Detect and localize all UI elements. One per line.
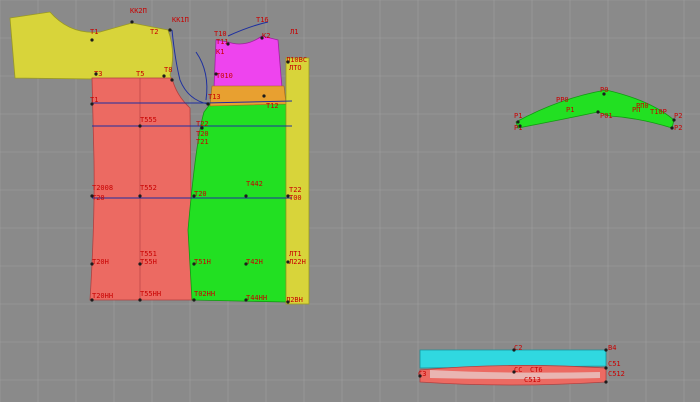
- point-label: Т8: [164, 66, 172, 74]
- point-label: С51: [608, 360, 621, 368]
- control-point[interactable]: [138, 194, 142, 198]
- side-strip-shape[interactable]: [285, 57, 310, 305]
- control-point[interactable]: [90, 102, 94, 106]
- control-point[interactable]: [672, 118, 676, 122]
- control-point[interactable]: [286, 194, 290, 198]
- control-point[interactable]: [516, 120, 520, 124]
- control-point[interactable]: [604, 348, 608, 352]
- point-label: СТ6: [530, 366, 543, 374]
- point-label: Р2: [674, 124, 682, 132]
- point-label: Т42Н: [246, 258, 263, 266]
- point-label: Л22Н: [289, 258, 306, 266]
- control-point[interactable]: [192, 262, 196, 266]
- control-point[interactable]: [94, 72, 98, 76]
- point-label: РП: [632, 106, 640, 114]
- point-label: Т02НН: [194, 290, 215, 298]
- point-label: Т20НН: [92, 292, 113, 300]
- point-label: Т00: [289, 194, 302, 202]
- control-point[interactable]: [604, 380, 608, 384]
- point-label: Р2: [674, 112, 682, 120]
- point-label: Т5: [136, 70, 144, 78]
- control-point[interactable]: [596, 110, 600, 114]
- point-label: Т555: [140, 116, 157, 124]
- point-label: КК1П: [172, 16, 189, 24]
- side-strip[interactable]: [285, 57, 310, 305]
- belt-piece[interactable]: [419, 349, 607, 386]
- point-label: Р01: [600, 112, 613, 120]
- point-label: С512: [608, 370, 625, 378]
- point-label: КК2П: [130, 7, 147, 15]
- point-label: Т552: [140, 184, 157, 192]
- control-point[interactable]: [260, 36, 264, 40]
- control-point[interactable]: [262, 94, 266, 98]
- point-label: Т16: [256, 16, 269, 24]
- point-label: Р1: [514, 112, 522, 120]
- control-point[interactable]: [170, 78, 174, 82]
- point-label: В4: [608, 344, 616, 352]
- control-point[interactable]: [90, 194, 94, 198]
- control-point[interactable]: [90, 262, 94, 266]
- control-point[interactable]: [670, 126, 674, 130]
- control-point[interactable]: [138, 262, 142, 266]
- point-label: Т20: [196, 130, 209, 138]
- control-point[interactable]: [168, 28, 172, 32]
- point-label: Т12: [266, 102, 279, 110]
- control-point[interactable]: [192, 194, 196, 198]
- point-label: Т2: [150, 28, 158, 36]
- control-point[interactable]: [604, 366, 608, 370]
- control-point[interactable]: [206, 102, 210, 106]
- point-label: Т551: [140, 250, 157, 258]
- point-label: Т55НН: [140, 290, 161, 298]
- control-point[interactable]: [214, 72, 218, 76]
- control-point[interactable]: [192, 298, 196, 302]
- point-label: Т10Р: [650, 108, 667, 116]
- control-point[interactable]: [244, 298, 248, 302]
- point-label: Т20Н: [92, 258, 109, 266]
- control-point[interactable]: [200, 126, 204, 130]
- point-label: Т1: [90, 28, 98, 36]
- point-label: Т20: [92, 194, 105, 202]
- control-point[interactable]: [130, 20, 134, 24]
- control-point[interactable]: [138, 124, 142, 128]
- pattern-canvas[interactable]: КК2П КК1П Т1 Т2 Т5 Т8 Т3 Т1 Т555 Т2008 Т…: [0, 0, 700, 402]
- point-label: Т21: [196, 138, 209, 146]
- point-label: Р1: [566, 106, 574, 114]
- point-label: Т010: [216, 72, 233, 80]
- point-label: Т22: [289, 186, 302, 194]
- control-point[interactable]: [518, 124, 522, 128]
- control-point[interactable]: [602, 92, 606, 96]
- point-label: Т44НН: [246, 294, 267, 302]
- point-label: Т20: [194, 190, 207, 198]
- control-point[interactable]: [244, 194, 248, 198]
- point-label: К1: [216, 48, 224, 56]
- point-label: Т442: [246, 180, 263, 188]
- control-point[interactable]: [512, 348, 516, 352]
- control-point[interactable]: [226, 42, 230, 46]
- control-point[interactable]: [286, 60, 290, 64]
- control-point[interactable]: [90, 298, 94, 302]
- control-point[interactable]: [512, 370, 516, 374]
- point-label: Т13: [208, 93, 221, 101]
- control-point[interactable]: [244, 262, 248, 266]
- control-point[interactable]: [90, 38, 94, 42]
- control-point[interactable]: [138, 298, 142, 302]
- point-label: ЛТ1: [289, 250, 302, 258]
- point-label: Т55Н: [140, 258, 157, 266]
- control-point[interactable]: [286, 300, 290, 304]
- point-label: С513: [524, 376, 541, 384]
- point-label: РР0: [556, 96, 569, 104]
- point-label: Т2008: [92, 184, 113, 192]
- point-label: Т51Н: [194, 258, 211, 266]
- point-label: ЛТО: [289, 64, 302, 72]
- point-label: Т10: [214, 30, 227, 38]
- point-label: Л1: [290, 28, 298, 36]
- control-point[interactable]: [162, 74, 166, 78]
- control-point[interactable]: [418, 374, 422, 378]
- control-point[interactable]: [286, 260, 290, 264]
